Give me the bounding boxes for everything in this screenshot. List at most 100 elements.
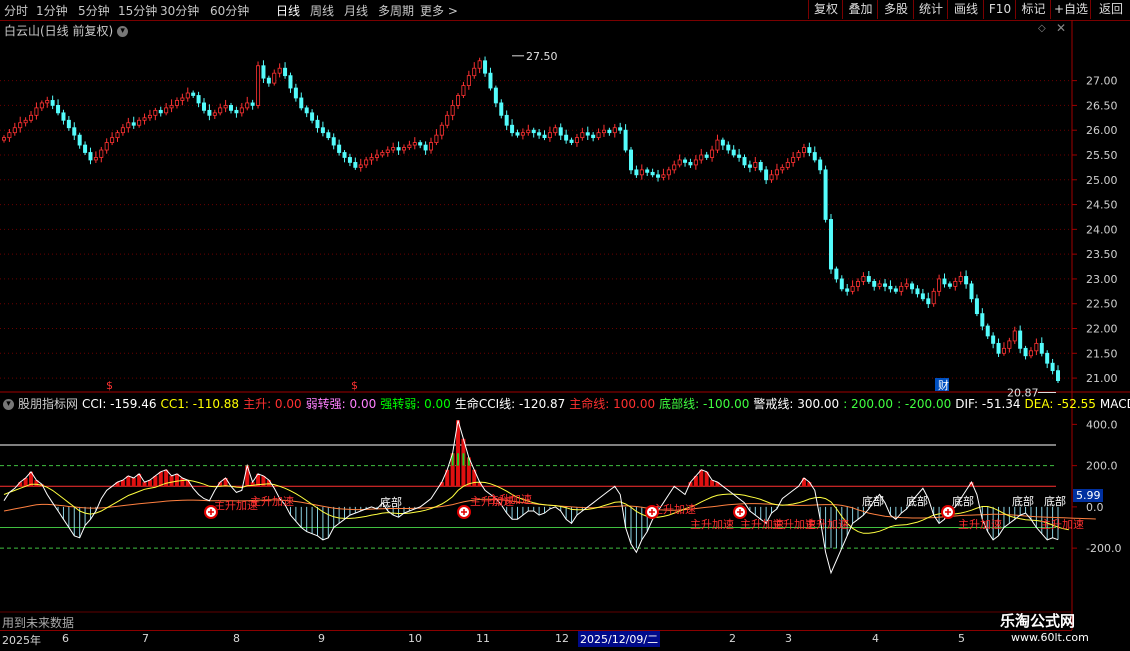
candle-body-101 [547, 132, 552, 139]
cci-bar-up-129 [699, 469, 704, 487]
candle-body-12 [66, 119, 71, 129]
date-tick-9: 3 [785, 632, 792, 645]
price-label-0: 21.00 [1086, 372, 1118, 385]
candle-body-162 [877, 283, 882, 287]
candle-body-62 [337, 144, 342, 153]
candle-body-135 [731, 149, 736, 156]
candle-body-190 [1028, 350, 1033, 357]
candle-body-173 [937, 278, 942, 292]
indicator-value-1: CCI: -159.46 [82, 397, 157, 411]
candle-body-25 [137, 119, 142, 126]
candle-body-53 [288, 75, 293, 89]
candle-body-180 [974, 298, 979, 315]
indicator-value-7: 主命线: 100.00 [569, 397, 656, 411]
candle-body-21 [115, 132, 120, 139]
candle-body-108 [585, 132, 590, 136]
date-tick-0: 2025年 [2, 634, 41, 647]
candle-body-122 [661, 174, 666, 178]
cci-bar-up-24 [131, 478, 136, 487]
current-value-label: 5.99 [1076, 489, 1101, 502]
candle-body-168 [910, 283, 915, 290]
candle-body-41 [223, 105, 228, 109]
cci-bar-up-29 [158, 471, 163, 487]
price-annotation-0: 27.50 [526, 50, 558, 63]
candle-body-181 [980, 313, 985, 327]
candle-body-195 [1056, 370, 1061, 381]
price-label-3: 22.50 [1086, 298, 1118, 311]
candle-body-6 [34, 107, 39, 116]
future-data-note: 用到未来数据 [2, 616, 75, 630]
cci-bar-up-33 [180, 478, 185, 487]
candle-body-72 [391, 147, 396, 151]
candle-body-1 [7, 132, 12, 139]
watermark-url: www.60lt.com [1011, 631, 1089, 644]
price-label-5: 23.50 [1086, 248, 1118, 261]
candle-body-133 [720, 139, 725, 146]
candle-body-37 [201, 102, 206, 111]
candle-body-98 [531, 129, 536, 134]
candle-body-31 [169, 105, 174, 109]
candle-body-182 [985, 325, 990, 337]
candle-body-32 [174, 100, 179, 106]
candle-body-104 [564, 134, 569, 141]
cci-bar-up-34 [185, 480, 190, 487]
candle-body-55 [299, 97, 304, 109]
candle-body-166 [899, 285, 904, 292]
candle-body-159 [861, 276, 866, 282]
candle-body-118 [639, 169, 644, 176]
date-tick-6: 11 [476, 632, 490, 645]
signal-label-1: 主升加速 [250, 495, 294, 508]
candle-body-131 [710, 149, 715, 158]
candle-body-54 [293, 87, 298, 99]
indicator-value-5: 强转弱: 0.00 [380, 397, 451, 411]
ind-label-2: 0.0 [1086, 501, 1104, 514]
candle-body-167 [904, 283, 909, 287]
signal-label-6: 底部 [862, 494, 884, 508]
date-tick-7: 12 [555, 632, 569, 645]
candle-body-67 [364, 159, 369, 166]
candle-body-184 [996, 342, 1001, 354]
price-label-1: 21.50 [1086, 347, 1118, 360]
indicator-menu-icon[interactable]: ▾ [3, 399, 14, 410]
candle-body-47 [256, 65, 261, 106]
candle-body-100 [542, 134, 547, 139]
candle-body-89 [483, 60, 488, 74]
candle-body-106 [574, 137, 579, 143]
candle-body-86 [466, 75, 471, 86]
candle-body-44 [239, 107, 244, 114]
candle-body-85 [461, 85, 466, 96]
cci-bar-strong-84 [457, 453, 460, 466]
candle-body-156 [845, 288, 850, 292]
candle-body-175 [947, 283, 952, 287]
candle-body-60 [326, 132, 331, 139]
candle-body-137 [742, 157, 747, 166]
candle-body-64 [347, 157, 352, 163]
price-label-10: 26.00 [1086, 124, 1118, 137]
signal-label-15: 主升加速 [958, 518, 1002, 531]
candle-body-66 [358, 164, 363, 168]
candle-body-113 [612, 127, 617, 134]
signal-label-7: 底部 [906, 494, 928, 508]
candle-body-158 [856, 281, 861, 287]
indicator-value-12: DIF: -51.34 [955, 397, 1021, 411]
candle-body-15 [83, 144, 88, 153]
candle-body-45 [245, 102, 250, 109]
candle-body-136 [737, 154, 742, 158]
candle-body-143 [774, 169, 779, 176]
candle-body-84 [456, 95, 461, 106]
candle-body-20 [110, 137, 115, 143]
signal-label-14: 主升加速 [805, 518, 849, 531]
price-marker-2: 财 [938, 378, 949, 392]
signal-label-9: 底部 [1012, 494, 1034, 508]
price-marker-0: $ [106, 379, 113, 392]
candle-body-183 [991, 335, 996, 344]
selected-date: 2025/12/09/二 [578, 631, 661, 647]
candle-body-130 [704, 154, 709, 158]
candle-body-157 [850, 285, 855, 292]
candle-body-172 [931, 290, 936, 305]
indicator-value-3: 主升: 0.00 [243, 397, 302, 411]
candle-body-22 [120, 127, 125, 134]
candle-body-93 [504, 114, 509, 126]
indicator-value-6: 生命CCI线: -120.87 [454, 397, 566, 411]
candle-body-81 [439, 124, 444, 136]
